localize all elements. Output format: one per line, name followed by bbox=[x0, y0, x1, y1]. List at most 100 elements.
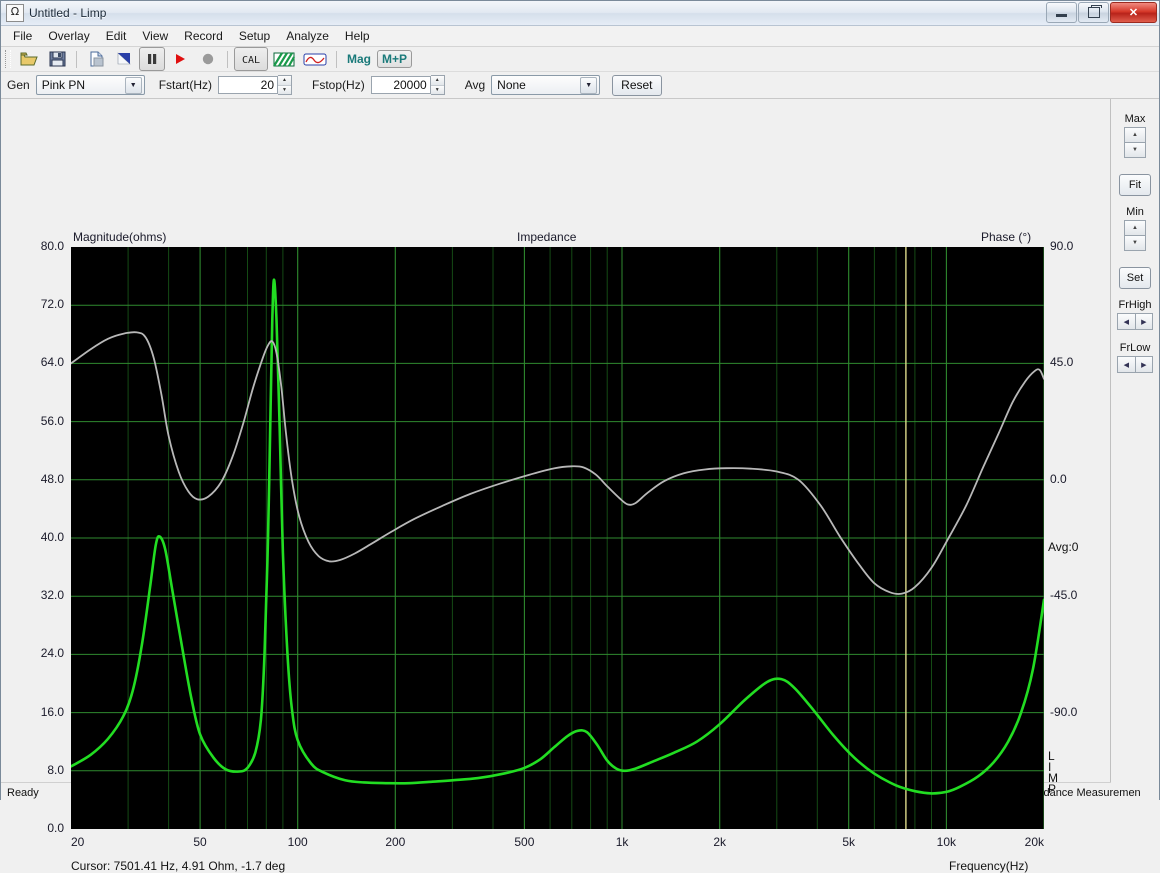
fstop-up-icon[interactable]: ▲ bbox=[430, 76, 444, 85]
window-title: Untitled - Limp bbox=[29, 6, 107, 20]
gen-select[interactable]: Pink PN ▼ bbox=[35, 75, 145, 95]
menu-file[interactable]: File bbox=[5, 27, 40, 45]
impedance-plot[interactable] bbox=[71, 247, 1044, 829]
y2-tick-0: 90.0 bbox=[1050, 239, 1074, 253]
frlow-label: FrLow bbox=[1119, 342, 1151, 354]
title-bar: Ω Untitled - Limp ✕ bbox=[1, 1, 1159, 26]
chevron-down-icon-avg[interactable]: ▼ bbox=[580, 76, 598, 94]
menu-record[interactable]: Record bbox=[176, 27, 231, 45]
y-tick-9: 72.0 bbox=[40, 297, 65, 312]
toolbar: CAL Mag M+P bbox=[1, 47, 1159, 72]
fstart-down-icon[interactable]: ▼ bbox=[278, 84, 292, 94]
calibrate-button[interactable]: CAL bbox=[234, 47, 268, 71]
frhigh-right-icon[interactable]: ▶ bbox=[1135, 313, 1154, 330]
limp-p: P bbox=[1048, 782, 1057, 796]
fstart-up-icon[interactable]: ▲ bbox=[278, 76, 292, 85]
y-tick-4: 32.0 bbox=[40, 588, 65, 603]
plot-area[interactable] bbox=[71, 247, 1044, 829]
play-icon[interactable] bbox=[167, 47, 193, 71]
x-tick-5: 1k bbox=[615, 835, 629, 849]
pause-icon[interactable] bbox=[139, 47, 165, 71]
min-up-icon[interactable]: ▲ bbox=[1124, 220, 1147, 236]
fstop-input[interactable]: 20000 bbox=[370, 76, 431, 94]
x-tick-7: 5k bbox=[842, 835, 856, 849]
menu-setup[interactable]: Setup bbox=[231, 27, 278, 45]
minimize-button[interactable] bbox=[1046, 2, 1077, 23]
y-tick-10: 80.0 bbox=[40, 239, 65, 253]
menu-analyze[interactable]: Analyze bbox=[278, 27, 337, 45]
set-button[interactable]: Set bbox=[1119, 267, 1152, 289]
fstop-label: Fstop(Hz) bbox=[312, 78, 365, 92]
left-axis-title: Magnitude(ohms) bbox=[73, 230, 167, 244]
frhigh-left-icon[interactable]: ◀ bbox=[1117, 313, 1136, 330]
fstop-stepper[interactable]: 20000 ▲ ▼ bbox=[370, 75, 445, 95]
waveform-icon[interactable] bbox=[300, 47, 330, 71]
gen-value: Pink PN bbox=[41, 78, 86, 92]
x-tick-4: 500 bbox=[514, 835, 535, 849]
max-stepper[interactable]: ▲ ▼ bbox=[1124, 127, 1147, 158]
mag-phase-button[interactable]: M+P bbox=[377, 50, 413, 68]
y2-tick-4: -90.0 bbox=[1050, 704, 1078, 719]
triangle-icon[interactable] bbox=[111, 47, 137, 71]
reset-button[interactable]: Reset bbox=[612, 74, 662, 96]
frlow-right-icon[interactable]: ▶ bbox=[1135, 356, 1154, 373]
avg-value: None bbox=[497, 78, 526, 92]
y-tick-3: 24.0 bbox=[40, 646, 65, 661]
x-tick-1: 50 bbox=[193, 835, 207, 849]
chart-pane: Magnitude(ohms) Impedance Phase (°) 0.0 8… bbox=[1, 99, 1112, 873]
right-axis-title: Phase (°) bbox=[981, 230, 1032, 244]
menu-view[interactable]: View bbox=[134, 27, 176, 45]
fstop-down-icon[interactable]: ▼ bbox=[430, 84, 444, 94]
y-tick-1: 8.0 bbox=[47, 762, 65, 777]
toolbar-separator-2 bbox=[227, 50, 228, 68]
cursor-readout: Cursor: 7501.41 Hz, 4.91 Ohm, -1.7 deg bbox=[71, 859, 286, 873]
x-tick-8: 10k bbox=[936, 835, 957, 849]
x-tick-2: 100 bbox=[287, 835, 308, 849]
overlay-icon[interactable] bbox=[270, 47, 298, 71]
mag-button[interactable]: Mag bbox=[343, 50, 375, 68]
limp-window: Ω Untitled - Limp ✕ File Overlay Edit Vi… bbox=[0, 0, 1160, 873]
min-down-icon[interactable]: ▼ bbox=[1124, 236, 1147, 251]
save-icon[interactable] bbox=[44, 47, 70, 71]
frhigh-label: FrHigh bbox=[1118, 299, 1152, 311]
menu-edit[interactable]: Edit bbox=[98, 27, 135, 45]
fstart-label: Fstart(Hz) bbox=[158, 78, 213, 92]
restore-button[interactable] bbox=[1078, 2, 1109, 23]
toolbar-grip[interactable] bbox=[5, 50, 11, 68]
x-tick-6: 2k bbox=[713, 835, 726, 849]
window-controls: ✕ bbox=[1046, 2, 1157, 23]
menu-bar: File Overlay Edit View Record Setup Anal… bbox=[1, 26, 1159, 47]
fstart-spinner[interactable]: ▲ ▼ bbox=[278, 75, 293, 95]
menu-help[interactable]: Help bbox=[337, 27, 378, 45]
fstart-stepper[interactable]: 20 ▲ ▼ bbox=[218, 75, 293, 95]
main-body: Magnitude(ohms) Impedance Phase (°) 0.0 8… bbox=[1, 99, 1159, 873]
record-icon[interactable] bbox=[195, 47, 221, 71]
y-tick-5: 40.0 bbox=[40, 530, 65, 544]
frhigh-stepper[interactable]: ◀ ▶ bbox=[1117, 313, 1154, 330]
avg-select[interactable]: None ▼ bbox=[491, 75, 601, 95]
toolbar-separator bbox=[76, 50, 77, 68]
min-stepper[interactable]: ▲ ▼ bbox=[1124, 220, 1147, 251]
chevron-down-icon[interactable]: ▼ bbox=[124, 76, 142, 94]
menu-overlay[interactable]: Overlay bbox=[40, 27, 97, 45]
min-label: Min bbox=[1126, 206, 1144, 218]
new-document-icon[interactable] bbox=[83, 47, 109, 71]
frlow-left-icon[interactable]: ◀ bbox=[1117, 356, 1136, 373]
max-up-icon[interactable]: ▲ bbox=[1124, 127, 1147, 143]
max-label: Max bbox=[1124, 113, 1146, 125]
max-down-icon[interactable]: ▼ bbox=[1124, 143, 1147, 158]
y2-tick-2: 0.0 bbox=[1050, 471, 1067, 486]
y-tick-6: 48.0 bbox=[40, 471, 65, 486]
svg-text:CAL: CAL bbox=[242, 55, 260, 66]
fit-button[interactable]: Fit bbox=[1119, 174, 1152, 196]
fstop-spinner[interactable]: ▲ ▼ bbox=[430, 75, 445, 95]
chart-title: Impedance bbox=[517, 230, 577, 244]
close-button[interactable]: ✕ bbox=[1110, 2, 1157, 23]
limp-watermark: L I M P bbox=[1048, 750, 1058, 796]
settings-bar: Gen Pink PN ▼ Fstart(Hz) 20 ▲ ▼ Fstop(Hz… bbox=[1, 72, 1159, 99]
x-tick-0: 20 bbox=[71, 835, 85, 849]
open-file-icon[interactable] bbox=[16, 47, 42, 71]
fstart-input[interactable]: 20 bbox=[218, 76, 279, 94]
frlow-stepper[interactable]: ◀ ▶ bbox=[1117, 356, 1154, 373]
gen-label: Gen bbox=[7, 78, 30, 92]
